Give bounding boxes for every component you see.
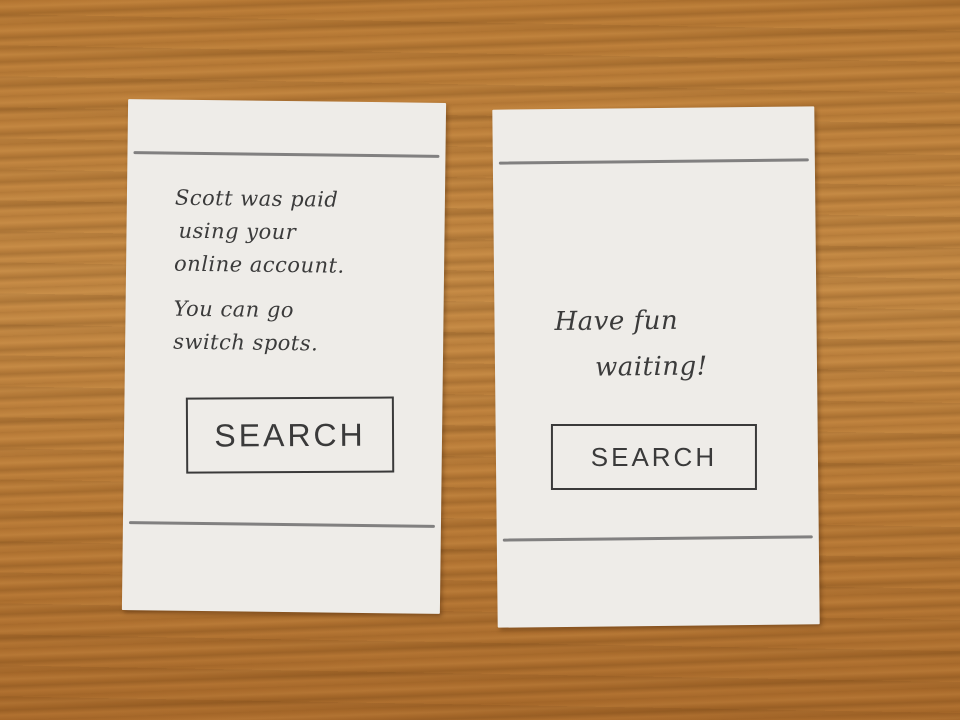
message-line: switch spots.: [173, 329, 319, 356]
message-line: waiting!: [594, 351, 708, 383]
footer-divider: [502, 535, 813, 542]
message-line: Have fun: [554, 305, 679, 338]
message-line: You can go: [173, 296, 295, 323]
waiting-message: Have fun waiting!: [554, 297, 708, 391]
search-button[interactable]: SEARCH: [185, 396, 395, 474]
screen-card-payment-confirmation: Scott was paid using your online account…: [121, 99, 447, 614]
confirmation-message: Scott was paid using your online account…: [173, 182, 346, 361]
header-divider: [133, 151, 440, 158]
message-line: online account.: [173, 251, 345, 278]
search-button[interactable]: SEARCH: [550, 424, 757, 491]
message-line: Scott was paid: [174, 185, 339, 212]
screen-card-waiting: Have fun waiting! SEARCH: [492, 106, 820, 628]
footer-divider: [128, 521, 435, 528]
message-line: using your: [178, 218, 297, 245]
header-divider: [498, 158, 809, 165]
